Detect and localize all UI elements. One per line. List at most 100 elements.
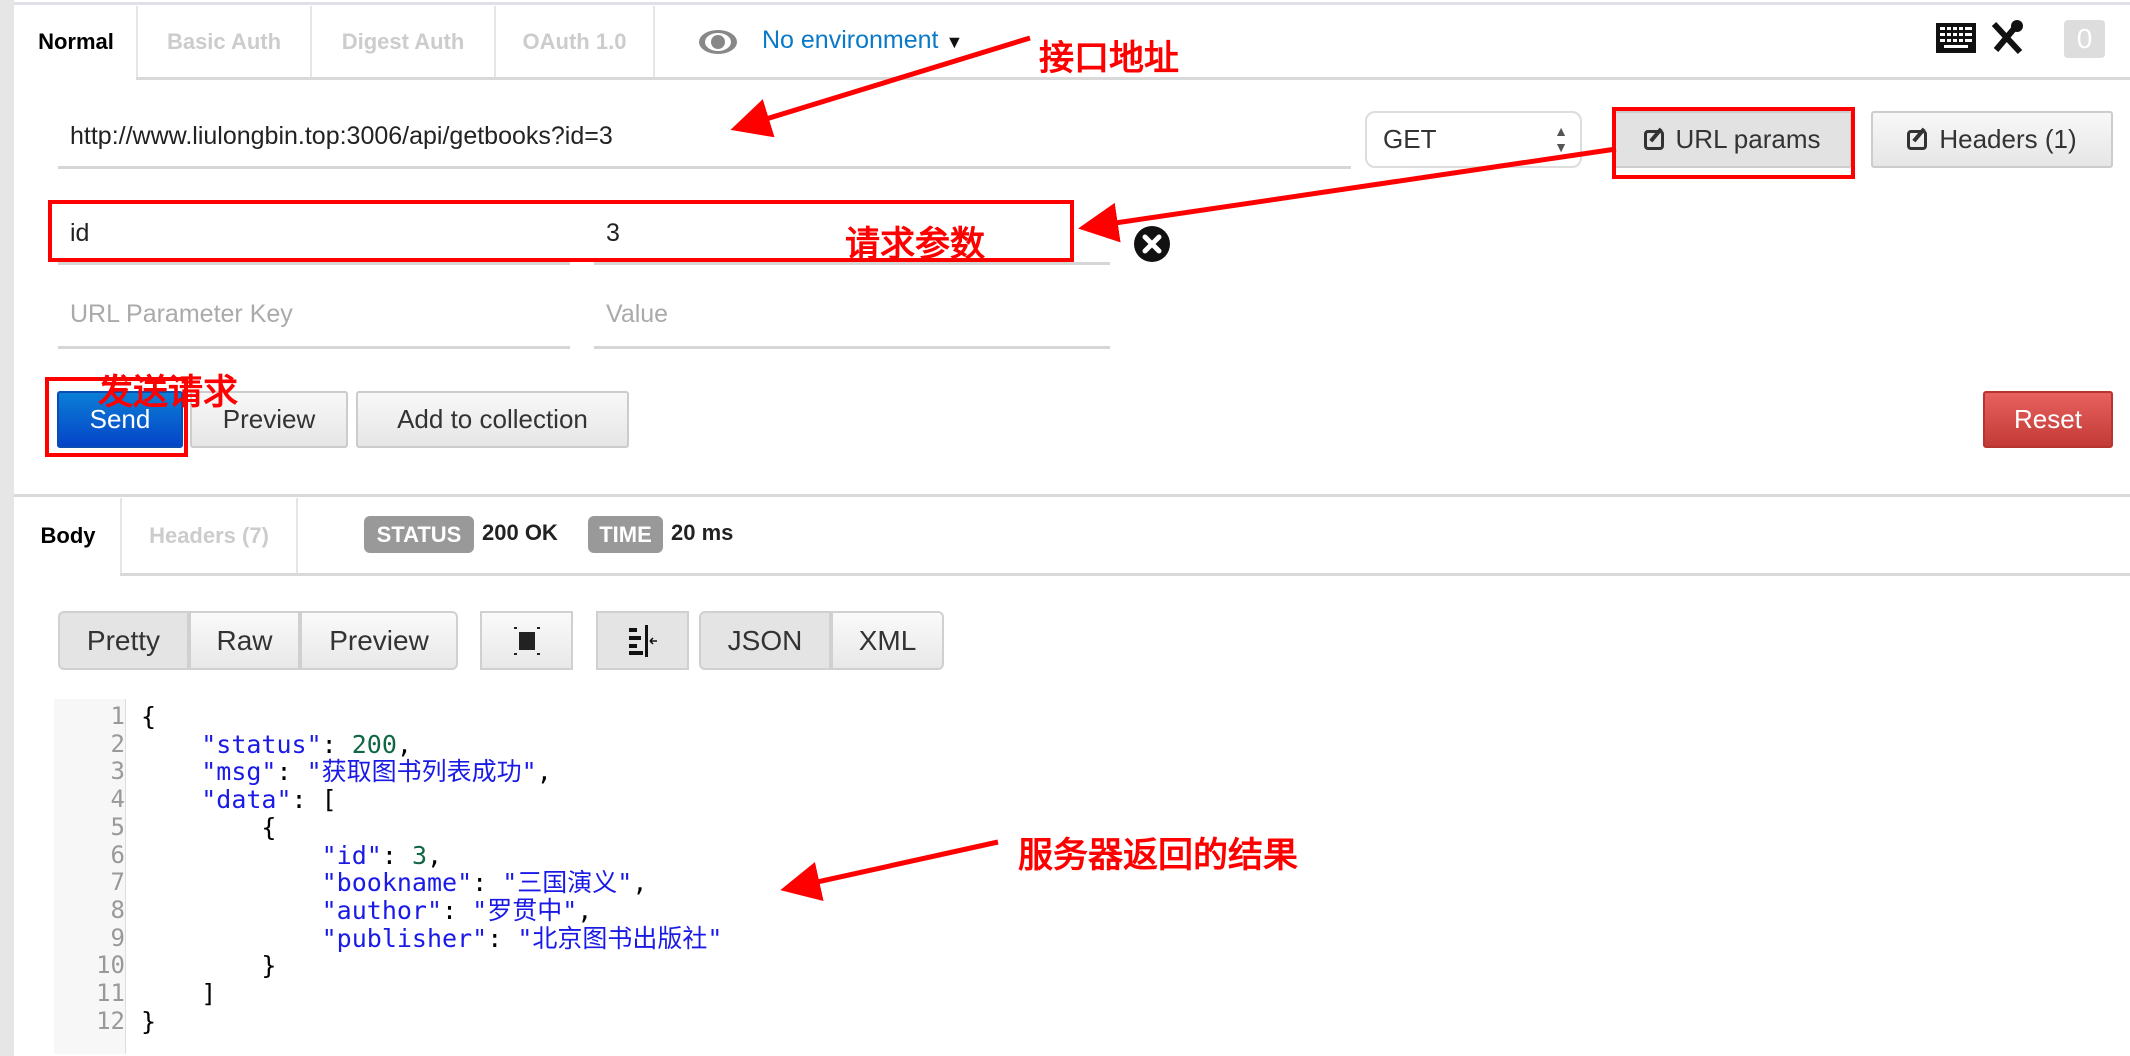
json-key: "id" [321, 840, 382, 870]
json-string: "北京图书出版社" [517, 923, 723, 953]
tab-normal[interactable]: Normal [16, 6, 136, 78]
environment-dropdown[interactable]: No environment ▼ [762, 26, 963, 55]
view-pretty-button[interactable]: Pretty [58, 611, 189, 670]
new-param-value-underline [594, 346, 1110, 349]
json-punctuation: ] [141, 979, 217, 1009]
json-key: "bookname" [321, 868, 473, 898]
code-line: } [141, 1006, 722, 1036]
json-punctuation: : [487, 923, 518, 953]
json-string: "三国演义" [502, 868, 633, 898]
json-string: "获取图书列表成功" [306, 757, 537, 787]
json-punctuation: : [381, 840, 412, 870]
json-punctuation: : [442, 895, 473, 925]
method-select[interactable]: GET ▲ ▼ [1365, 111, 1582, 168]
param-key-underline [58, 262, 570, 265]
wrench-icon[interactable] [1990, 20, 2024, 56]
code-line: "bookname": "三国演义", [141, 869, 722, 897]
json-punctuation: , [536, 757, 552, 787]
eye-icon[interactable] [698, 28, 738, 56]
json-punctuation: } [141, 1006, 157, 1036]
code-line: "id": 3, [141, 840, 722, 870]
code-line: { [141, 812, 722, 842]
line-number-gutter: 1 2 3 4 5 6 7 8 9 10 11 12 [54, 699, 126, 1054]
counter-badge[interactable]: 0 [2064, 20, 2105, 58]
line-number: 8 [110, 895, 125, 924]
arrow-to-result [780, 839, 999, 902]
url-underline [58, 166, 1351, 169]
section-divider [14, 494, 2130, 497]
method-value: GET [1383, 124, 1437, 154]
response-tab-divider [120, 573, 2130, 576]
json-number: 200 [351, 729, 397, 759]
annotation-result: 服务器返回的结果 [1018, 836, 1299, 875]
edit-icon [1907, 129, 1928, 150]
json-string: "罗贯中" [472, 895, 578, 925]
tab-oauth[interactable]: OAuth 1.0 [496, 6, 655, 78]
format-json-button[interactable]: JSON [699, 611, 831, 670]
highlight-url-params [1612, 107, 1855, 179]
json-punctuation: : [276, 757, 307, 787]
code-line: "msg": "获取图书列表成功", [141, 758, 722, 786]
line-number: 2 [110, 729, 125, 758]
code-line: ] [141, 980, 722, 1008]
keyboard-icon[interactable] [1935, 22, 1977, 54]
new-param-key-input[interactable]: URL Parameter Key [70, 300, 293, 329]
fullscreen-icon [513, 626, 540, 655]
json-key: "msg" [201, 757, 277, 787]
line-number: 1 [110, 702, 125, 730]
code-line: } [141, 952, 722, 980]
wrap-lines-button[interactable] [596, 611, 689, 670]
tab-response-headers[interactable]: Headers (7) [120, 498, 298, 574]
annotation-send: 发送请求 [98, 373, 239, 412]
remove-param-icon[interactable] [1133, 225, 1171, 263]
headers-button[interactable]: Headers (1) [1871, 111, 2113, 168]
json-punctuation [141, 730, 201, 759]
json-punctuation: : [321, 729, 352, 759]
json-punctuation: } [141, 951, 277, 981]
json-punctuation: { [141, 812, 277, 842]
json-punctuation: , [427, 840, 443, 870]
tab-response-body[interactable]: Body [16, 498, 120, 574]
view-raw-button[interactable]: Raw [189, 611, 300, 670]
code-line: "author": "罗贯中", [141, 897, 722, 925]
line-number: 5 [110, 812, 125, 841]
caret-down-icon: ▼ [945, 32, 964, 52]
environment-label: No environment [762, 26, 939, 54]
fullscreen-button[interactable] [480, 611, 573, 670]
line-number: 4 [110, 785, 125, 814]
line-number: 7 [110, 868, 125, 897]
json-punctuation: , [577, 895, 593, 925]
annotation-url: 接口地址 [1039, 39, 1180, 78]
reset-button[interactable]: Reset [1983, 391, 2113, 448]
json-punctuation [141, 868, 322, 897]
tab-digest-auth[interactable]: Digest Auth [312, 6, 496, 78]
new-param-key-underline [58, 346, 570, 349]
json-key: "status" [201, 729, 322, 759]
select-arrows-icon: ▲ ▼ [1554, 123, 1568, 155]
headers-label: Headers (1) [1939, 124, 2077, 154]
annotation-params: 请求参数 [845, 225, 986, 264]
left-edge [0, 0, 14, 1056]
json-key: "data" [201, 785, 292, 815]
code-line: { [141, 703, 722, 731]
line-number: 10 [96, 951, 125, 980]
json-punctuation [141, 924, 322, 953]
wrap-lines-icon [628, 624, 657, 657]
line-number: 12 [96, 1006, 125, 1035]
url-input[interactable]: http://www.liulongbin.top:3006/api/getbo… [70, 122, 613, 151]
status-value: 200 OK [482, 520, 558, 545]
add-to-collection-button[interactable]: Add to collection [356, 391, 629, 448]
line-number: 9 [110, 923, 125, 952]
status-badge: STATUS [364, 516, 474, 553]
format-xml-button[interactable]: XML [831, 611, 944, 670]
view-preview-button[interactable]: Preview [300, 611, 458, 670]
code-line: "status": 200, [141, 729, 722, 759]
line-number: 6 [110, 840, 125, 869]
response-body-code[interactable]: { "status": 200, "msg": "获取图书列表成功", "dat… [141, 703, 722, 1035]
line-number: 3 [110, 757, 125, 786]
new-param-value-input[interactable]: Value [606, 300, 668, 329]
time-badge: TIME [588, 516, 663, 553]
tab-basic-auth[interactable]: Basic Auth [136, 6, 312, 78]
json-punctuation: : [ [291, 785, 337, 815]
json-punctuation: { [141, 702, 157, 731]
